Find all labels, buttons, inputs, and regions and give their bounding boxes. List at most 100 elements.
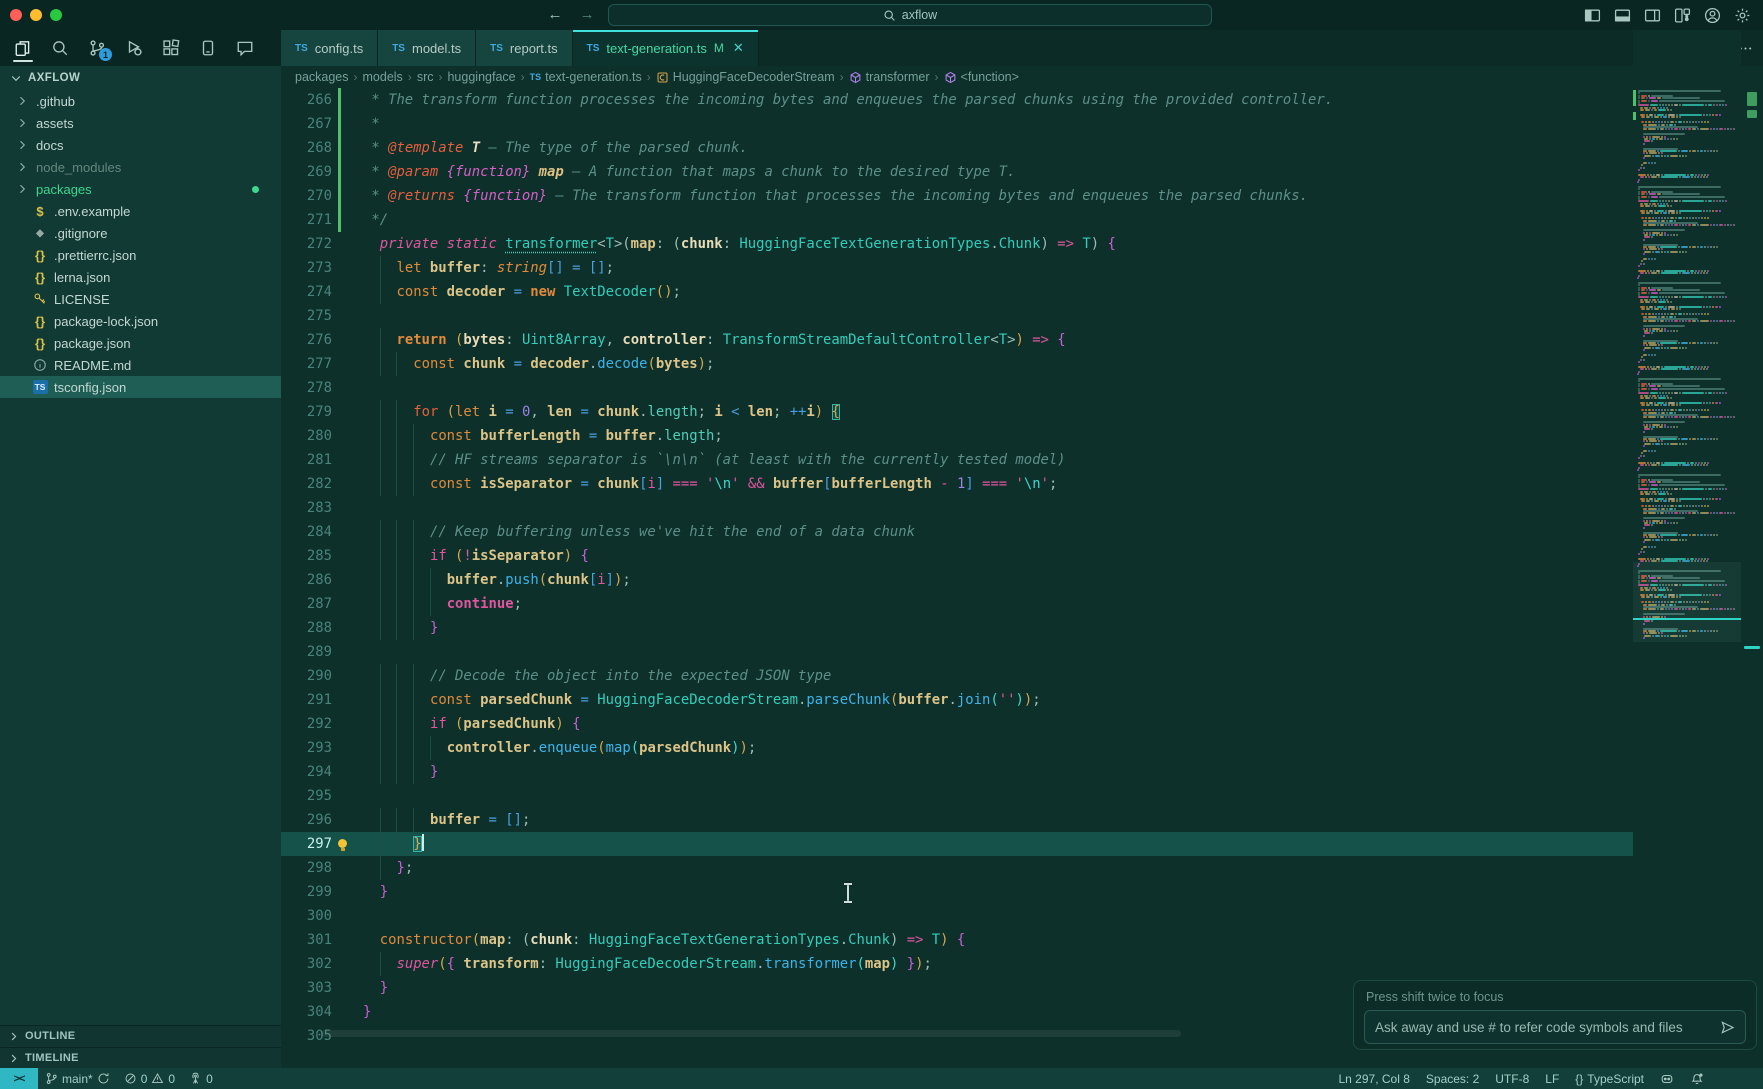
layout-customize-icon[interactable] [1674, 7, 1691, 24]
breadcrumb-item[interactable]: huggingface [447, 70, 515, 84]
code-line-268[interactable]: 268* @template T — The type of the parse… [281, 136, 1633, 160]
code-line-275[interactable]: 275 [281, 304, 1633, 328]
code-line-288[interactable]: 288} [281, 616, 1633, 640]
code-line-292[interactable]: 292if (parsedChunk) { [281, 712, 1633, 736]
indentation-status[interactable]: Spaces: 2 [1419, 1068, 1486, 1089]
zoom-window-button[interactable] [50, 9, 62, 21]
layout-panel-icon[interactable] [1614, 7, 1631, 24]
minimap[interactable] [1633, 30, 1741, 1068]
code-line-272[interactable]: 272private static transformer<T>(map: (c… [281, 232, 1633, 256]
command-center-search[interactable]: axflow [608, 4, 1212, 26]
tree-item-assets[interactable]: assets [0, 112, 281, 134]
code-line-295[interactable]: 295 [281, 784, 1633, 808]
activity-item-window[interactable] [195, 33, 221, 63]
tab-model.ts[interactable]: TSmodel.ts [378, 30, 476, 66]
code-line-278[interactable]: 278 [281, 376, 1633, 400]
explorer-header[interactable]: AXFLOW [0, 66, 281, 90]
chat-input[interactable]: Ask away and use # to refer code symbols… [1364, 1010, 1746, 1044]
code-line-284[interactable]: 284// Keep buffering unless we've hit th… [281, 520, 1633, 544]
settings-icon[interactable] [1734, 7, 1751, 24]
tree-item-.prettierrc.json[interactable]: {}.prettierrc.json [0, 244, 281, 266]
tree-item-.env.example[interactable]: $.env.example [0, 200, 281, 222]
tree-item-package.json[interactable]: {}package.json [0, 332, 281, 354]
breadcrumb-item[interactable]: transformer [849, 70, 930, 84]
ports-status[interactable]: 0 [182, 1068, 220, 1089]
code-line-291[interactable]: 291const parsedChunk = HuggingFaceDecode… [281, 688, 1633, 712]
code-line-277[interactable]: 277const chunk = decoder.decode(bytes); [281, 352, 1633, 376]
code-line-285[interactable]: 285if (!isSeparator) { [281, 544, 1633, 568]
horizontal-scrollbar[interactable] [321, 1030, 1181, 1037]
code-line-290[interactable]: 290// Decode the object into the expecte… [281, 664, 1633, 688]
tree-item-lerna.json[interactable]: {}lerna.json [0, 266, 281, 288]
code-line-276[interactable]: 276return (bytes: Uint8Array, controller… [281, 328, 1633, 352]
code-line-296[interactable]: 296buffer = []; [281, 808, 1633, 832]
send-icon[interactable] [1720, 1020, 1735, 1035]
minimize-window-button[interactable] [30, 9, 42, 21]
code-line-271[interactable]: 271*/ [281, 208, 1633, 232]
breadcrumb-item[interactable]: models [363, 70, 403, 84]
branch-status[interactable]: main* [38, 1068, 117, 1089]
code-line-286[interactable]: 286buffer.push(chunk[i]); [281, 568, 1633, 592]
code-line-294[interactable]: 294} [281, 760, 1633, 784]
code-line-273[interactable]: 273let buffer: string[] = []; [281, 256, 1633, 280]
tab-config.ts[interactable]: TSconfig.ts [281, 30, 378, 66]
notifications-bell-icon[interactable] [1683, 1068, 1711, 1089]
code-line-266[interactable]: 266* The transform function processes th… [281, 88, 1633, 112]
breadcrumb-item[interactable]: HuggingFaceDecoderStream [656, 70, 835, 84]
code-line-282[interactable]: 282const isSeparator = chunk[i] === '\n'… [281, 472, 1633, 496]
activity-item-source-control[interactable]: 1 [84, 33, 110, 63]
code-line-301[interactable]: 301constructor(map: (chunk: HuggingFaceT… [281, 928, 1633, 952]
problems-status[interactable]: 0 0 [117, 1068, 182, 1089]
timeline-section[interactable]: TIMELINE [0, 1047, 281, 1068]
nav-back-button[interactable]: ← [544, 4, 566, 26]
breadcrumb-item[interactable]: TStext-generation.ts [530, 70, 642, 84]
tree-item-README.md[interactable]: README.md [0, 354, 281, 376]
close-window-button[interactable] [10, 9, 22, 21]
remote-indicator[interactable]: >< [0, 1068, 38, 1089]
code-line-267[interactable]: 267* [281, 112, 1633, 136]
activity-item-files[interactable] [10, 33, 36, 63]
code-line-274[interactable]: 274const decoder = new TextDecoder(); [281, 280, 1633, 304]
layout-sidebar-left-icon[interactable] [1584, 7, 1601, 24]
cursor-position[interactable]: Ln 297, Col 8 [1332, 1068, 1417, 1089]
tree-item-packages[interactable]: packages [0, 178, 281, 200]
code-line-269[interactable]: 269* @param {function} map — A function … [281, 160, 1633, 184]
encoding-status[interactable]: UTF-8 [1488, 1068, 1536, 1089]
tab-report.ts[interactable]: TSreport.ts [476, 30, 572, 66]
code-line-293[interactable]: 293controller.enqueue(map(parsedChunk)); [281, 736, 1633, 760]
tree-item-package-lock.json[interactable]: {}package-lock.json [0, 310, 281, 332]
breadcrumb-item[interactable]: src [417, 70, 434, 84]
code-line-302[interactable]: 302super({ transform: HuggingFaceDecoder… [281, 952, 1633, 976]
tree-item-.github[interactable]: .github [0, 90, 281, 112]
breadcrumb-item[interactable]: <function> [944, 70, 1019, 84]
tree-item-.gitignore[interactable]: ◆.gitignore [0, 222, 281, 244]
activity-item-run-debug[interactable] [121, 33, 147, 63]
activity-item-extensions[interactable] [158, 33, 184, 63]
account-icon[interactable] [1704, 7, 1721, 24]
breadcrumb-item[interactable]: packages [295, 70, 349, 84]
code-line-300[interactable]: 300 [281, 904, 1633, 928]
code-line-270[interactable]: 270* @returns {function} — The transform… [281, 184, 1633, 208]
tree-item-LICENSE[interactable]: LICENSE [0, 288, 281, 310]
copilot-icon[interactable] [1653, 1068, 1681, 1089]
overview-ruler[interactable] [1741, 30, 1763, 1068]
code-area[interactable]: 266* The transform function processes th… [281, 88, 1633, 1048]
eol-status[interactable]: LF [1538, 1068, 1566, 1089]
code-line-299[interactable]: 299} [281, 880, 1633, 904]
outline-section[interactable]: OUTLINE [0, 1025, 281, 1046]
tree-item-node_modules[interactable]: node_modules [0, 156, 281, 178]
tree-item-tsconfig.json[interactable]: TStsconfig.json [0, 376, 281, 398]
code-line-298[interactable]: 298}; [281, 856, 1633, 880]
activity-item-chat[interactable] [232, 33, 258, 63]
activity-item-search[interactable] [47, 33, 73, 63]
tree-item-docs[interactable]: docs [0, 134, 281, 156]
code-line-280[interactable]: 280const bufferLength = buffer.length; [281, 424, 1633, 448]
minimap-slider[interactable] [1633, 562, 1741, 642]
code-line-287[interactable]: 287continue; [281, 592, 1633, 616]
code-line-289[interactable]: 289 [281, 640, 1633, 664]
code-line-283[interactable]: 283 [281, 496, 1633, 520]
lightbulb-icon[interactable] [338, 839, 347, 848]
layout-sidebar-right-icon[interactable] [1644, 7, 1661, 24]
code-line-297[interactable]: 297} [281, 832, 1633, 856]
code-line-281[interactable]: 281// HF streams separator is `\n\n` (at… [281, 448, 1633, 472]
